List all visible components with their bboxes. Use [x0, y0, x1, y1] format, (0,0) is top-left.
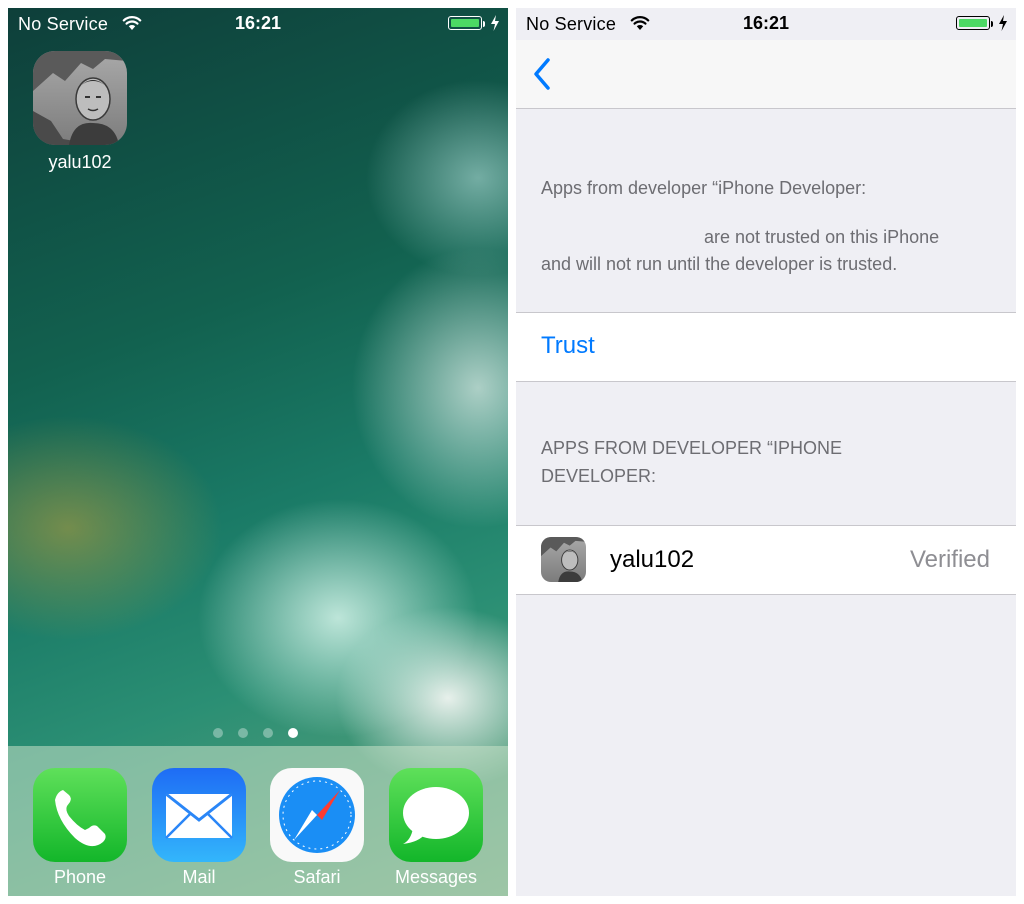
compass-icon — [270, 768, 364, 862]
app-name: yalu102 — [610, 546, 695, 573]
trust-description-line2: are not trusted on this iPhone — [704, 227, 940, 247]
phone-icon — [33, 768, 127, 862]
page-dot-active — [288, 728, 298, 738]
developer-portrait-icon — [541, 537, 586, 582]
dock-app-messages[interactable]: Messages — [389, 768, 483, 888]
dock-label-mail: Mail — [182, 867, 216, 887]
yalu102-app-icon[interactable] — [33, 51, 127, 145]
home-screen: No Service 16:21 yalu102 Phone Mail Safa… — [8, 8, 508, 896]
verification-status: Verified — [909, 546, 990, 573]
back-button[interactable] — [530, 54, 554, 94]
chevron-left-icon — [534, 58, 550, 90]
yalu102-app-label: yalu102 — [48, 152, 112, 172]
apps-section-header: APPS FROM DEVELOPER “IPHONE DEVELOPER: — [541, 434, 961, 490]
app-list-row[interactable]: yalu102 Verified — [516, 525, 1016, 595]
section-header-line2: DEVELOPER: — [541, 466, 657, 486]
page-dot — [213, 728, 223, 738]
navigation-bar — [516, 40, 1016, 109]
page-dot — [238, 728, 248, 738]
clock: 16:21 — [234, 13, 282, 33]
developer-trust-screen: No Service 16:21 Apps from developer “iP… — [516, 8, 1016, 896]
mail-icon — [152, 768, 246, 862]
charging-icon — [998, 15, 1008, 36]
trust-description-line1: Apps from developer “iPhone Developer: — [541, 178, 867, 198]
trust-label: Trust — [541, 332, 595, 359]
charging-icon — [490, 15, 500, 36]
page-dot — [263, 728, 273, 738]
dock-label-safari: Safari — [293, 867, 341, 887]
clock: 16:21 — [742, 13, 790, 33]
dock: Phone Mail Safari Messages — [8, 746, 508, 896]
battery-icon — [448, 16, 485, 30]
status-bar: No Service 16:21 — [8, 8, 508, 40]
dock-app-phone[interactable]: Phone — [33, 768, 127, 888]
dock-label-messages: Messages — [394, 867, 478, 887]
status-bar: No Service 16:21 — [516, 8, 1016, 40]
dock-label-phone: Phone — [53, 867, 107, 887]
trust-button[interactable]: Trust — [516, 312, 1016, 382]
section-header-line1: APPS FROM DEVELOPER “IPHONE — [541, 438, 843, 458]
dock-app-safari[interactable]: Safari — [270, 768, 364, 888]
trust-description-line3: and will not run until the developer is … — [541, 254, 898, 274]
battery-icon — [956, 16, 993, 30]
speech-bubble-icon — [389, 768, 483, 862]
developer-portrait-icon — [33, 51, 127, 145]
trust-description: are not trusted on this iPhone and will … — [541, 224, 1001, 278]
dock-app-mail[interactable]: Mail — [152, 768, 246, 888]
